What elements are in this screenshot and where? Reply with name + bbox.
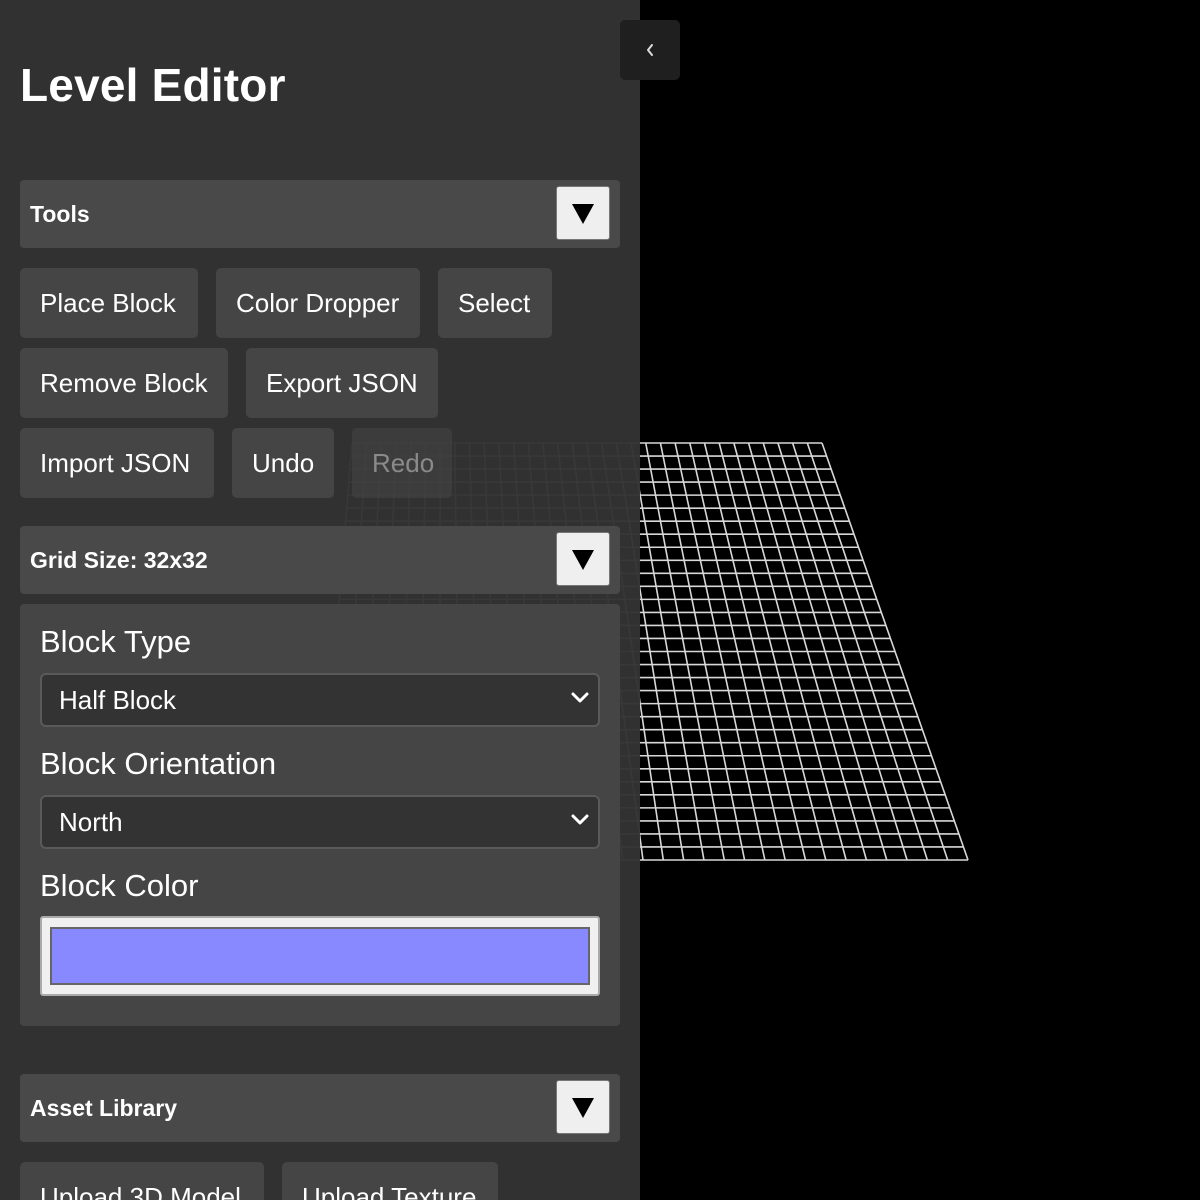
- undo-button[interactable]: Undo: [232, 428, 334, 498]
- block-orientation-label: Block Orientation: [40, 746, 277, 781]
- tools-toggle-button[interactable]: [556, 186, 610, 240]
- place-block-button[interactable]: Place Block: [20, 268, 198, 338]
- remove-block-button[interactable]: Remove Block: [20, 348, 228, 418]
- chevron-down-icon: [571, 814, 589, 825]
- triangle-down-icon: [572, 550, 594, 570]
- export-json-button[interactable]: Export JSON: [246, 348, 438, 418]
- block-orientation-value: North: [59, 807, 123, 837]
- block-color-fill: [50, 927, 590, 985]
- block-color-picker[interactable]: [40, 916, 600, 996]
- color-dropper-button[interactable]: Color Dropper: [216, 268, 420, 338]
- upload-3d-model-button[interactable]: Upload 3D Model: [20, 1162, 264, 1200]
- asset-library-section-header[interactable]: Asset Library: [20, 1074, 620, 1142]
- chevron-down-icon: [571, 692, 589, 703]
- tools-section-header[interactable]: Tools: [20, 180, 620, 248]
- editor-panel: Level Editor Tools Place Block Color Dro…: [0, 0, 640, 1200]
- block-color-label: Block Color: [40, 868, 199, 903]
- tools-section-label: Tools: [30, 201, 90, 227]
- triangle-down-icon: [572, 1098, 594, 1118]
- block-type-label: Block Type: [40, 624, 192, 659]
- block-orientation-select[interactable]: North: [40, 795, 600, 849]
- import-json-button[interactable]: Import JSON: [20, 428, 214, 498]
- asset-library-toggle-button[interactable]: [556, 1080, 610, 1134]
- block-settings-card: Block Type Half Block Block Orientation …: [20, 604, 620, 1026]
- block-type-select[interactable]: Half Block: [40, 673, 600, 727]
- chevron-left-icon: [647, 44, 653, 56]
- triangle-down-icon: [572, 204, 594, 224]
- page-title: Level Editor: [20, 59, 286, 111]
- asset-library-label: Asset Library: [30, 1095, 178, 1121]
- redo-button[interactable]: Redo: [352, 428, 452, 498]
- block-type-value: Half Block: [59, 685, 177, 715]
- grid-size-toggle-button[interactable]: [556, 532, 610, 586]
- collapse-panel-button[interactable]: [620, 20, 680, 80]
- grid-size-section-header[interactable]: Grid Size: 32x32: [20, 526, 620, 594]
- grid-size-label: Grid Size: 32x32: [30, 547, 208, 573]
- select-button[interactable]: Select: [438, 268, 552, 338]
- upload-texture-button[interactable]: Upload Texture: [282, 1162, 498, 1200]
